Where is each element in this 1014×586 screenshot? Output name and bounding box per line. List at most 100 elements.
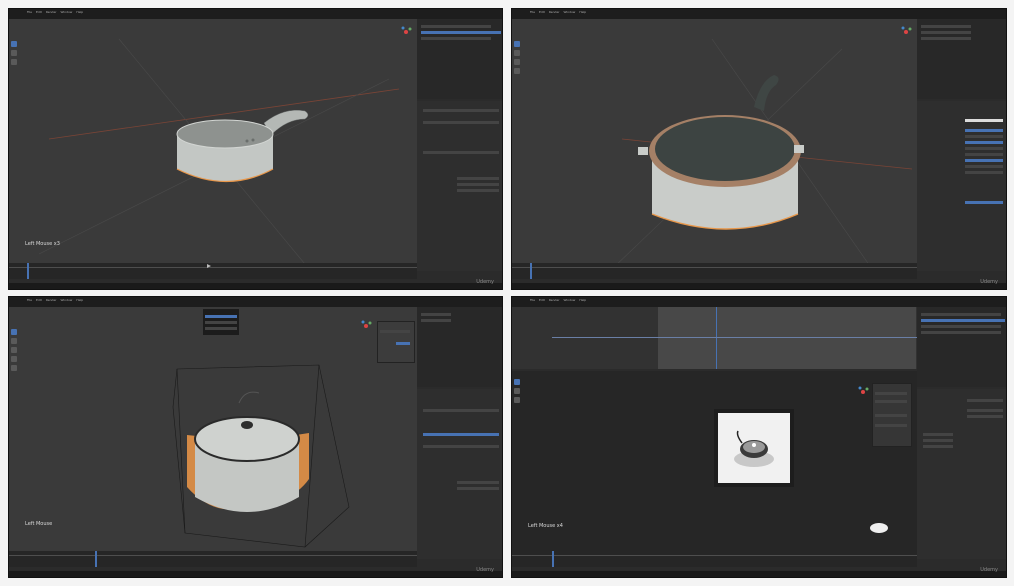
outliner-row[interactable] bbox=[921, 25, 971, 28]
navigation-gizmo-icon[interactable] bbox=[399, 25, 413, 39]
menu-item-file[interactable]: File bbox=[27, 298, 32, 302]
property-slider[interactable] bbox=[965, 147, 1003, 150]
property-slider[interactable] bbox=[965, 159, 1003, 162]
timeline-panel[interactable] bbox=[9, 551, 417, 567]
outliner-row[interactable] bbox=[421, 37, 491, 40]
timeline-playhead[interactable] bbox=[27, 263, 29, 279]
properties-panel[interactable] bbox=[417, 389, 502, 559]
graph-editor[interactable] bbox=[512, 307, 917, 369]
dropdown-item-selected[interactable] bbox=[205, 315, 237, 318]
menu-item-edit[interactable]: Edit bbox=[539, 10, 545, 14]
property-field[interactable] bbox=[423, 151, 499, 154]
timeline-panel[interactable] bbox=[512, 263, 917, 279]
menu-item-file[interactable]: File bbox=[530, 298, 535, 302]
menu-item-render[interactable]: Render bbox=[46, 298, 57, 302]
3d-viewport[interactable] bbox=[512, 19, 917, 271]
property-field[interactable] bbox=[457, 481, 499, 484]
menu-item-help[interactable]: Help bbox=[76, 298, 83, 302]
viewport-overlay-popover[interactable] bbox=[377, 321, 415, 363]
play-icon[interactable] bbox=[199, 264, 219, 268]
outliner-row-selected[interactable] bbox=[921, 319, 1005, 322]
property-field[interactable] bbox=[457, 487, 499, 490]
saucepan-model[interactable] bbox=[176, 110, 309, 182]
menu-item-file[interactable]: File bbox=[530, 10, 535, 14]
property-slider[interactable] bbox=[965, 135, 1003, 138]
property-tab-selected[interactable] bbox=[423, 433, 499, 436]
3d-viewport[interactable]: Left Mouse x3 bbox=[9, 19, 417, 271]
property-field[interactable] bbox=[923, 433, 953, 436]
menu-item-window[interactable]: Window bbox=[61, 298, 73, 302]
navigation-gizmo-icon[interactable] bbox=[856, 385, 870, 399]
property-field[interactable] bbox=[423, 445, 499, 448]
property-field[interactable] bbox=[923, 439, 953, 442]
outliner-row[interactable] bbox=[921, 331, 1001, 334]
property-slider[interactable] bbox=[965, 201, 1003, 204]
outliner-panel[interactable] bbox=[917, 307, 1006, 387]
properties-panel[interactable] bbox=[417, 101, 502, 271]
property-field[interactable] bbox=[423, 409, 499, 412]
menu-item-window[interactable]: Window bbox=[564, 298, 576, 302]
menu-item-edit[interactable]: Edit bbox=[36, 298, 42, 302]
property-slider[interactable] bbox=[965, 171, 1003, 174]
saucepan-model[interactable] bbox=[638, 75, 804, 230]
menu-item-file[interactable]: File bbox=[27, 10, 32, 14]
dropdown-item[interactable] bbox=[205, 321, 237, 324]
property-field[interactable] bbox=[967, 415, 1003, 418]
property-field[interactable] bbox=[457, 189, 499, 192]
3d-viewport[interactable]: Left Mouse bbox=[9, 307, 417, 559]
menu-item-window[interactable]: Window bbox=[564, 10, 576, 14]
property-field[interactable] bbox=[423, 109, 499, 112]
menu-item-render[interactable]: Render bbox=[549, 10, 560, 14]
tool-rotate-icon[interactable] bbox=[514, 397, 520, 403]
properties-panel[interactable] bbox=[917, 101, 1006, 271]
camera-viewport[interactable]: Left Mouse x4 bbox=[512, 371, 917, 559]
menu-item-window[interactable]: Window bbox=[61, 10, 73, 14]
outliner-row[interactable] bbox=[421, 319, 451, 322]
outliner-row[interactable] bbox=[421, 313, 451, 316]
timeline-playhead[interactable] bbox=[552, 551, 554, 567]
dropdown-menu[interactable] bbox=[203, 309, 239, 335]
tool-move-icon[interactable] bbox=[514, 388, 520, 394]
outliner-row[interactable] bbox=[421, 25, 491, 28]
dropdown-item[interactable] bbox=[205, 327, 237, 330]
property-slider[interactable] bbox=[965, 129, 1003, 132]
property-field[interactable] bbox=[457, 183, 499, 186]
menu-item-edit[interactable]: Edit bbox=[36, 10, 42, 14]
popover-field[interactable] bbox=[380, 330, 410, 333]
menu-item-help[interactable]: Help bbox=[579, 298, 586, 302]
outliner-row[interactable] bbox=[921, 313, 1001, 316]
outliner-row[interactable] bbox=[921, 325, 1001, 328]
popover-field[interactable] bbox=[875, 424, 907, 427]
properties-panel[interactable] bbox=[917, 389, 1006, 559]
covered-pot-model[interactable] bbox=[187, 391, 309, 512]
navigation-gizmo-icon[interactable] bbox=[359, 319, 373, 333]
property-field[interactable] bbox=[423, 121, 499, 124]
popover-field[interactable] bbox=[875, 400, 907, 403]
property-field[interactable] bbox=[923, 445, 953, 448]
property-slider[interactable] bbox=[965, 141, 1003, 144]
outliner-panel[interactable] bbox=[417, 19, 502, 99]
property-field[interactable] bbox=[967, 399, 1003, 402]
menu-item-render[interactable]: Render bbox=[549, 298, 560, 302]
menu-item-render[interactable]: Render bbox=[46, 10, 57, 14]
graph-playhead[interactable] bbox=[716, 307, 717, 369]
property-slider[interactable] bbox=[965, 165, 1003, 168]
outliner-row[interactable] bbox=[921, 31, 971, 34]
outliner-row-selected[interactable] bbox=[421, 31, 501, 34]
navigation-gizmo-icon[interactable] bbox=[899, 25, 913, 39]
outliner-panel[interactable] bbox=[917, 19, 1006, 99]
popover-field[interactable] bbox=[396, 342, 410, 345]
menu-item-help[interactable]: Help bbox=[76, 10, 83, 14]
timeline-panel[interactable] bbox=[512, 551, 917, 567]
outliner-row[interactable] bbox=[921, 37, 971, 40]
property-field[interactable] bbox=[967, 409, 1003, 412]
timeline-panel[interactable] bbox=[9, 263, 417, 279]
timeline-playhead[interactable] bbox=[530, 263, 532, 279]
property-field[interactable] bbox=[457, 177, 499, 180]
material-color-swatch[interactable] bbox=[965, 119, 1003, 122]
timeline-playhead[interactable] bbox=[95, 551, 97, 567]
property-slider[interactable] bbox=[965, 153, 1003, 156]
camera-properties-popover[interactable] bbox=[872, 383, 912, 447]
popover-field[interactable] bbox=[875, 392, 907, 395]
menu-item-help[interactable]: Help bbox=[579, 10, 586, 14]
